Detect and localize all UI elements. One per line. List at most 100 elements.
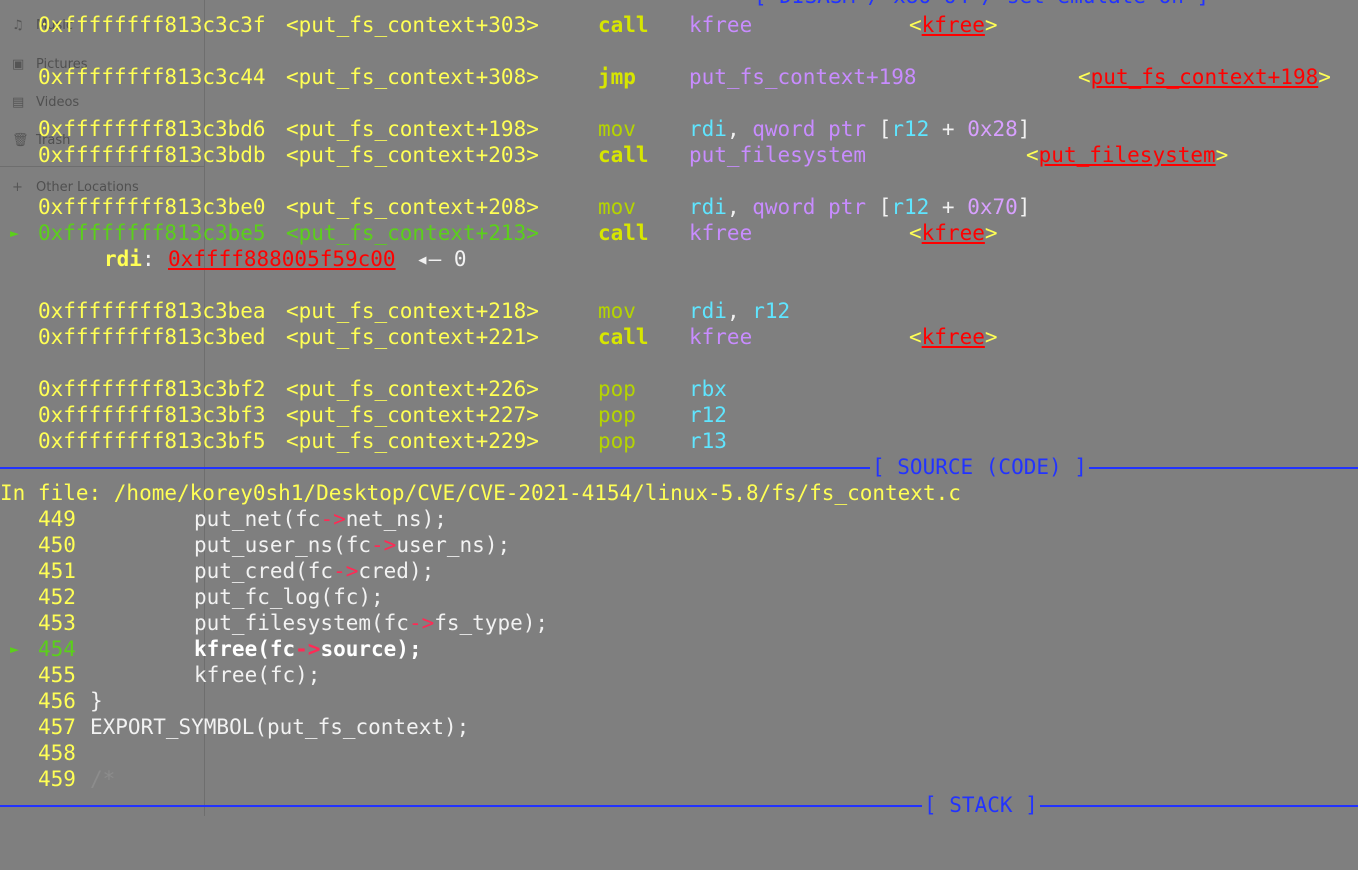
jump-target: <put_fs_context+198> bbox=[1078, 65, 1331, 89]
source-code: kfree(fc); bbox=[194, 663, 321, 687]
instr-mnemonic: mov bbox=[598, 195, 636, 219]
instr-mnemonic: call bbox=[598, 221, 649, 245]
source-code: } bbox=[90, 689, 103, 713]
argument-value-link[interactable]: 0xffff888005f59c00 bbox=[168, 246, 396, 272]
instr-operand: rdi, r12 bbox=[689, 299, 791, 323]
source-header: [ SOURCE (CODE) ] bbox=[870, 454, 1089, 480]
source-code: EXPORT_SYMBOL(put_fs_context); bbox=[90, 715, 470, 739]
disasm-header: [ DISASM / x86-64 / set emulate on ] bbox=[752, 0, 1212, 9]
instr-symbol: <put_fs_context+208> bbox=[286, 195, 539, 219]
instr-operand: kfree bbox=[689, 13, 753, 37]
instr-address: 0xffffffff813c3bed bbox=[38, 325, 266, 349]
instr-symbol: <put_fs_context+218> bbox=[286, 299, 539, 323]
source-code: put_user_ns(fc->user_ns); bbox=[194, 533, 511, 557]
instr-symbol: <put_fs_context+308> bbox=[286, 65, 539, 89]
argument-deref: ◂— 0 bbox=[416, 247, 467, 271]
disasm-row: 0xffffffff813c3bf2 <put_fs_context+226> … bbox=[0, 376, 727, 402]
disasm-row: 0xffffffff813c3c3f <put_fs_context+303> … bbox=[0, 12, 998, 38]
instr-mnemonic: pop bbox=[598, 429, 636, 453]
disasm-row: 0xffffffff813c3be0 <put_fs_context+208> … bbox=[0, 194, 1030, 220]
call-target: <kfree> bbox=[909, 13, 998, 37]
call-target-link[interactable]: kfree bbox=[922, 221, 985, 245]
line-number: 457 bbox=[38, 715, 76, 739]
source-line: 449 put_net(fc->net_ns); bbox=[0, 506, 447, 532]
instr-operand: rdi, qword ptr [r12 + 0x28] bbox=[689, 117, 1031, 141]
source-code: put_net(fc->net_ns); bbox=[194, 507, 447, 531]
line-number: 458 bbox=[38, 741, 76, 765]
instr-mnemonic: call bbox=[598, 13, 649, 37]
line-number: 453 bbox=[38, 611, 76, 635]
instr-address: 0xffffffff813c3bea bbox=[38, 299, 266, 323]
jump-target-link[interactable]: put_fs_context+198 bbox=[1091, 65, 1319, 89]
line-number: 449 bbox=[38, 507, 76, 531]
argument-register: rdi bbox=[104, 247, 142, 271]
instr-mnemonic: mov bbox=[598, 299, 636, 323]
instr-symbol: <put_fs_context+213> bbox=[286, 221, 539, 245]
instr-address: 0xffffffff813c3bf2 bbox=[38, 377, 266, 401]
instr-mnemonic: call bbox=[598, 143, 649, 167]
source-line-current: ► 454 kfree(fc->source); bbox=[0, 636, 422, 662]
disasm-row: 0xffffffff813c3bdb <put_fs_context+203> … bbox=[0, 142, 1228, 168]
call-target: <kfree> bbox=[909, 221, 998, 245]
call-target-link[interactable]: kfree bbox=[922, 13, 985, 37]
instr-symbol: <put_fs_context+203> bbox=[286, 143, 539, 167]
instr-operand: rbx bbox=[689, 377, 727, 401]
source-line: 456 } bbox=[0, 688, 103, 714]
call-target: <put_filesystem> bbox=[1026, 143, 1229, 167]
instr-symbol: <put_fs_context+227> bbox=[286, 403, 539, 427]
line-number: 459 bbox=[38, 767, 76, 791]
instr-operand: r13 bbox=[689, 429, 727, 453]
stack-header-rule bbox=[0, 805, 1358, 807]
disasm-row-current: ► 0xffffffff813c3be5 <put_fs_context+213… bbox=[0, 220, 998, 246]
source-code: put_fc_log(fc); bbox=[194, 585, 384, 609]
instr-symbol: <put_fs_context+229> bbox=[286, 429, 539, 453]
disasm-row: 0xffffffff813c3bed <put_fs_context+221> … bbox=[0, 324, 998, 350]
disasm-row: 0xffffffff813c3bd6 <put_fs_context+198> … bbox=[0, 116, 1030, 142]
instr-operand: kfree bbox=[689, 221, 753, 245]
instr-operand: rdi, qword ptr [r12 + 0x70] bbox=[689, 195, 1031, 219]
source-line: 452 put_fc_log(fc); bbox=[0, 584, 384, 610]
call-argument-line: rdi : 0xffff888005f59c00 ◂— 0 bbox=[104, 247, 467, 271]
instr-address: 0xffffffff813c3bf3 bbox=[38, 403, 266, 427]
instr-operand: r12 bbox=[689, 403, 727, 427]
source-code: put_cred(fc->cred); bbox=[194, 559, 435, 583]
current-line-arrow-icon: ► bbox=[10, 640, 20, 658]
source-line: 451 put_cred(fc->cred); bbox=[0, 558, 434, 584]
disasm-row: 0xffffffff813c3bea <put_fs_context+218> … bbox=[0, 298, 790, 324]
line-number: 450 bbox=[38, 533, 76, 557]
terminal-window[interactable]: [ DISASM / x86-64 / set emulate on ] 0xf… bbox=[0, 0, 1358, 818]
source-code: /* bbox=[90, 767, 116, 791]
source-line: 450 put_user_ns(fc->user_ns); bbox=[0, 532, 510, 558]
line-number: 451 bbox=[38, 559, 76, 583]
instr-symbol: <put_fs_context+303> bbox=[286, 13, 539, 37]
stack-header: [ STACK ] bbox=[922, 792, 1040, 818]
source-code: put_filesystem(fc->fs_type); bbox=[194, 611, 549, 635]
instr-mnemonic: jmp bbox=[598, 65, 636, 89]
source-line: 457 EXPORT_SYMBOL(put_fs_context); bbox=[0, 714, 469, 740]
source-code: kfree(fc->source); bbox=[194, 637, 422, 661]
current-instruction-arrow-icon: ► bbox=[10, 224, 20, 242]
disasm-row: 0xffffffff813c3bf3 <put_fs_context+227> … bbox=[0, 402, 727, 428]
line-number: 456 bbox=[38, 689, 76, 713]
source-file-path: In file: /home/korey0sh1/Desktop/CVE/CVE… bbox=[0, 481, 961, 505]
instr-mnemonic: call bbox=[598, 325, 649, 349]
line-number: 455 bbox=[38, 663, 76, 687]
instr-address: 0xffffffff813c3c44 bbox=[38, 65, 266, 89]
instr-address: 0xffffffff813c3bf5 bbox=[38, 429, 266, 453]
instr-operand: put_fs_context+198 bbox=[689, 65, 917, 89]
source-line: 455 kfree(fc); bbox=[0, 662, 320, 688]
instr-operand: kfree bbox=[689, 325, 753, 349]
call-target-link[interactable]: put_filesystem bbox=[1039, 143, 1216, 167]
source-line: 459 /* bbox=[0, 766, 115, 792]
instr-mnemonic: pop bbox=[598, 403, 636, 427]
instr-address: 0xffffffff813c3bd6 bbox=[38, 117, 266, 141]
source-line: 458 bbox=[0, 740, 76, 766]
source-line: 453 put_filesystem(fc->fs_type); bbox=[0, 610, 548, 636]
instr-mnemonic: mov bbox=[598, 117, 636, 141]
instr-mnemonic: pop bbox=[598, 377, 636, 401]
instr-address: 0xffffffff813c3bdb bbox=[38, 143, 266, 167]
call-target-link[interactable]: kfree bbox=[922, 325, 985, 349]
instr-symbol: <put_fs_context+221> bbox=[286, 325, 539, 349]
instr-operand: put_filesystem bbox=[689, 143, 867, 167]
line-number: 454 bbox=[38, 637, 76, 661]
